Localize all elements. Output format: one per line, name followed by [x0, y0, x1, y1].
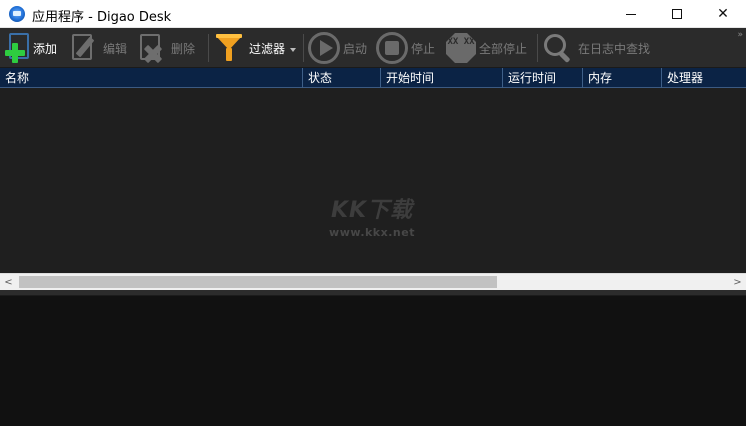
process-table-header: 名称 状态 开始时间 运行时间 内存 处理器: [0, 68, 746, 88]
stop-icon: [376, 32, 408, 64]
process-list[interactable]: KK下载 www.kkx.net: [0, 88, 746, 273]
column-header-name[interactable]: 名称: [0, 68, 303, 88]
search-log-button[interactable]: 在日志中查找: [542, 28, 650, 68]
play-icon: [308, 32, 340, 64]
search-icon: [542, 32, 574, 64]
filter-button-label: 过滤器: [249, 41, 286, 56]
title-bar: 应用程序 - Digao Desk ✕: [0, 0, 746, 28]
stop-all-icon: XX XX: [446, 33, 476, 63]
search-log-button-label: 在日志中查找: [578, 41, 651, 56]
app-icon: [9, 6, 25, 22]
watermark-url: www.kkx.net: [329, 226, 415, 239]
edit-button[interactable]: 编辑: [70, 28, 127, 68]
toolbar-overflow-icon[interactable]: »: [737, 30, 742, 40]
column-header-run-time[interactable]: 运行时间: [503, 68, 583, 88]
stop-button[interactable]: 停止: [376, 28, 435, 68]
filter-dropdown-arrow-icon[interactable]: [290, 48, 296, 52]
maximize-icon: [672, 9, 682, 19]
filter-funnel-icon: [215, 33, 243, 63]
toolbar-separator: [537, 34, 538, 62]
column-header-start-time[interactable]: 开始时间: [381, 68, 503, 88]
start-button-label: 启动: [343, 41, 368, 56]
maximize-button[interactable]: [654, 0, 700, 28]
horizontal-scrollbar[interactable]: < >: [0, 273, 746, 290]
column-header-memory[interactable]: 内存: [583, 68, 662, 88]
stop-button-label: 停止: [411, 41, 436, 56]
delete-button[interactable]: 删除: [138, 28, 195, 68]
scroll-left-arrow-icon[interactable]: <: [0, 274, 17, 291]
toolbar: 添加 编辑 删除 过滤器 启动 停止 XX XX 全部停止 在日志中查找 »: [0, 28, 746, 68]
scrollbar-thumb[interactable]: [19, 276, 497, 288]
scroll-right-arrow-icon[interactable]: >: [729, 274, 746, 291]
minimize-button[interactable]: [608, 0, 654, 28]
toolbar-separator: [303, 34, 304, 62]
stop-all-button[interactable]: XX XX 全部停止: [446, 28, 527, 68]
stop-all-button-label: 全部停止: [479, 41, 528, 56]
watermark-logo-text: KK下载: [330, 198, 414, 223]
toolbar-separator: [208, 34, 209, 62]
window-title: 应用程序 - Digao Desk: [32, 10, 172, 25]
column-header-status[interactable]: 状态: [303, 68, 381, 88]
filter-button[interactable]: 过滤器: [215, 28, 285, 68]
add-button[interactable]: 添加: [4, 28, 57, 68]
delete-button-label: 删除: [171, 41, 196, 56]
watermark: KK下载 www.kkx.net: [316, 192, 428, 239]
log-pane[interactable]: [0, 296, 746, 426]
column-header-cpu[interactable]: 处理器: [662, 68, 746, 88]
close-icon: ✕: [717, 6, 729, 22]
minimize-icon: [626, 13, 636, 15]
start-button[interactable]: 启动: [308, 28, 367, 68]
close-button[interactable]: ✕: [700, 0, 746, 28]
edit-document-icon: [70, 32, 100, 64]
add-document-icon: [4, 33, 30, 63]
edit-button-label: 编辑: [103, 41, 128, 56]
add-button-label: 添加: [33, 41, 58, 56]
delete-document-icon: [138, 32, 168, 64]
